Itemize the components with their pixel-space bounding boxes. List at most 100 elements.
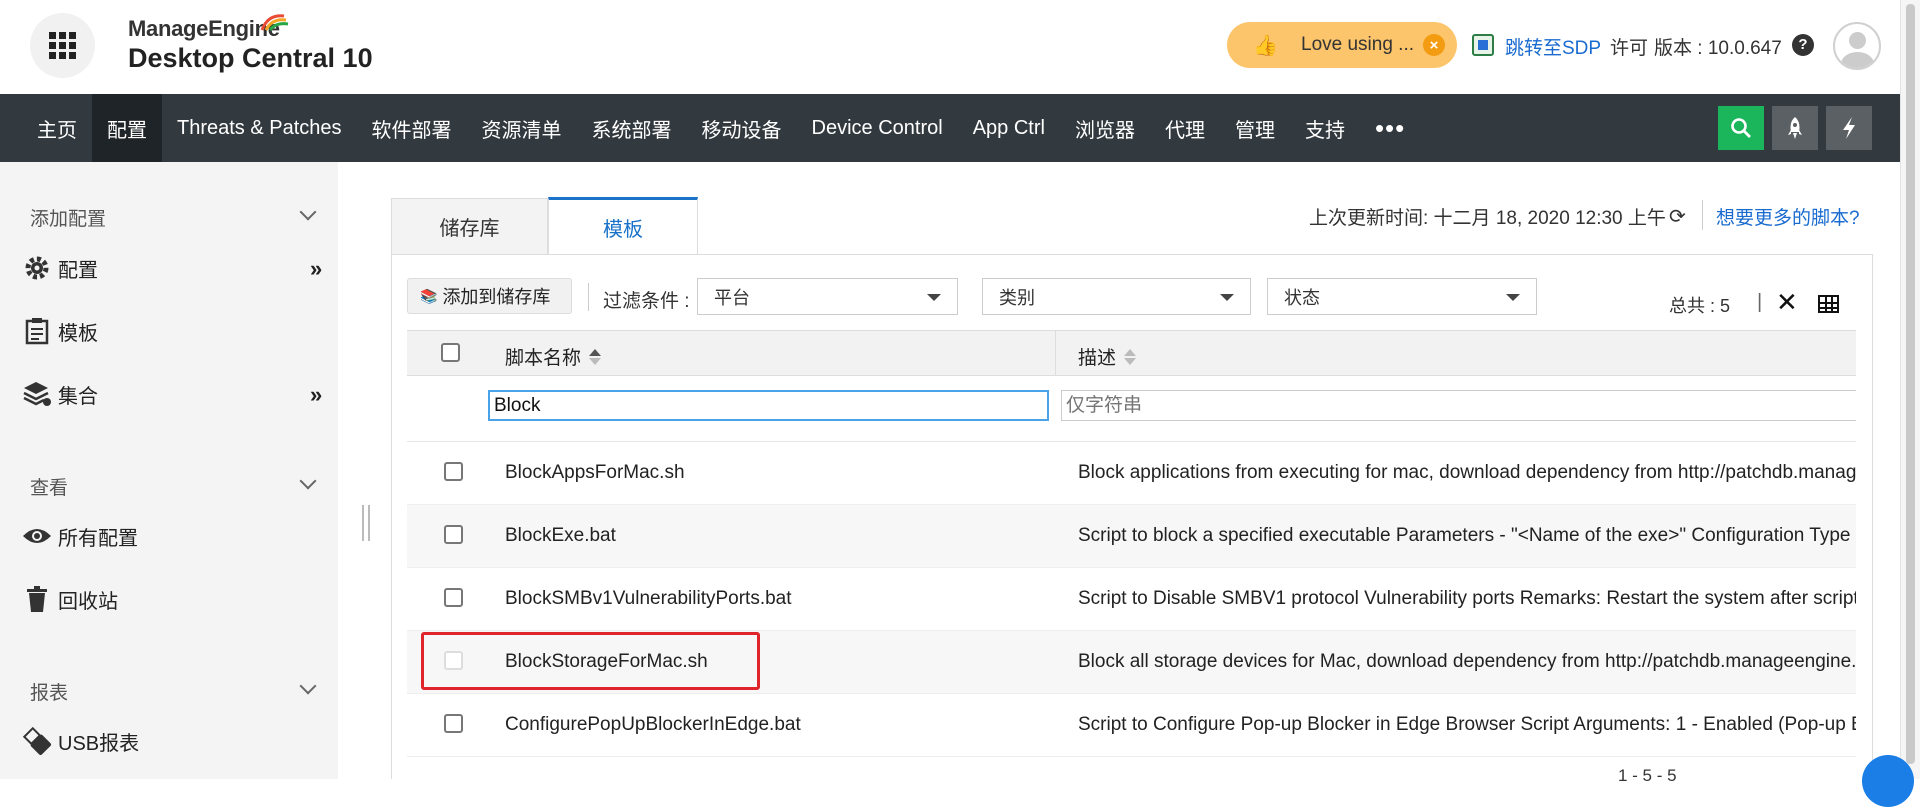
pagination-info: 1 - 5 - 5	[1618, 766, 1677, 785]
chevron-down-icon[interactable]	[299, 677, 317, 695]
row-checkbox[interactable]	[444, 714, 463, 733]
trash-icon	[22, 584, 52, 614]
category-dropdown[interactable]: 类别	[982, 278, 1251, 315]
brand-company: ManageEngine	[128, 16, 280, 41]
row-checkbox[interactable]	[444, 462, 463, 481]
sdp-link[interactable]: 跳转至SDP	[1505, 33, 1601, 60]
scripts-table: 脚本名称 描述 BlockAppsForMac.sh Block applicat…	[407, 330, 1856, 779]
quick-actions-button[interactable]	[1826, 106, 1872, 150]
help-icon[interactable]: ?	[1792, 34, 1814, 56]
page-scrollbar[interactable]	[1900, 0, 1920, 779]
table-row[interactable]: BlockSMBv1VulnerabilityPorts.bat Script t…	[407, 568, 1856, 631]
description-filter-input[interactable]	[1061, 390, 1856, 421]
column-description[interactable]: 描述	[1078, 343, 1137, 370]
sidebar-section-reports[interactable]: 报表	[30, 678, 68, 705]
brand-logo[interactable]: ManageEngine Desktop Central 10	[128, 16, 373, 74]
nav-item[interactable]: 主页	[22, 94, 92, 162]
more-menu-icon[interactable]: •••	[1360, 94, 1420, 162]
nav-item[interactable]: 配置	[92, 94, 162, 162]
app-launcher-button[interactable]	[30, 13, 95, 78]
column-label: 描述	[1078, 348, 1117, 369]
nav-item[interactable]: 系统部署	[577, 94, 687, 162]
sdp-icon[interactable]	[1472, 34, 1494, 56]
sidebar-item-label: 模板	[58, 322, 98, 345]
sidebar-item-recycle-bin[interactable]: 回收站	[22, 584, 118, 614]
user-avatar[interactable]	[1833, 22, 1881, 70]
table-row[interactable]: BlockAppsForMac.sh Block applications fro…	[407, 442, 1856, 505]
collection-icon	[22, 379, 52, 409]
love-using-banner[interactable]: 👍 Love using ... ×	[1227, 22, 1457, 68]
dropdown-value: 状态	[1284, 287, 1320, 308]
row-checkbox[interactable]	[444, 588, 463, 607]
status-dropdown[interactable]: 状态	[1267, 278, 1537, 315]
script-name-filter-input[interactable]	[488, 390, 1049, 421]
tab-templates[interactable]: 模板	[548, 197, 698, 255]
chevron-down-icon[interactable]	[299, 472, 317, 490]
nav-item[interactable]: Device Control	[797, 94, 958, 162]
refresh-icon[interactable]: ⟳	[1669, 204, 1686, 229]
add-to-repository-button[interactable]: 📚 添加到储存库	[407, 278, 572, 314]
nav-item[interactable]: 移动设备	[687, 94, 797, 162]
last-updated-text: 上次更新时间: 十二月 18, 2020 12:30 上午	[1309, 208, 1666, 229]
nav-item[interactable]: App Ctrl	[958, 94, 1060, 162]
app-header: ManageEngine Desktop Central 10 👍 Love u…	[0, 0, 1920, 94]
column-chooser-icon[interactable]	[1818, 295, 1839, 313]
sidebar-section-view[interactable]: 查看	[30, 473, 68, 500]
clear-filter-icon[interactable]: ✕	[1776, 289, 1798, 315]
sidebar-splitter[interactable]	[362, 505, 370, 541]
row-checkbox[interactable]	[444, 525, 463, 544]
quick-launch-button[interactable]	[1772, 106, 1818, 150]
column-divider[interactable]	[1055, 331, 1056, 377]
sidebar: 添加配置 配置 » 模板 集合 » 查看 所有配置 回收站 报表 USB报表	[0, 162, 338, 779]
sidebar-item-label: 回收站	[58, 590, 118, 613]
sidebar-section-add-config[interactable]: 添加配置	[30, 204, 106, 231]
platform-dropdown[interactable]: 平台	[697, 278, 958, 315]
filter-row	[407, 376, 1856, 442]
nav-item[interactable]: 软件部署	[357, 94, 467, 162]
search-button[interactable]	[1718, 106, 1764, 150]
sidebar-item-label: 集合	[58, 385, 98, 408]
add-repository-icon: 📚	[420, 287, 438, 304]
filter-label: 过滤条件 :	[603, 291, 690, 312]
column-script-name[interactable]: 脚本名称	[505, 343, 602, 370]
usb-icon	[22, 726, 52, 756]
expand-arrow-icon[interactable]: »	[310, 382, 322, 408]
sidebar-item-label: 所有配置	[58, 527, 138, 550]
nav-item[interactable]: 支持	[1290, 94, 1360, 162]
description-cell: Block applications from executing for ma…	[1078, 462, 1856, 483]
script-name-cell[interactable]: ConfigurePopUpBlockerInEdge.bat	[505, 714, 801, 736]
total-count: 总共 : 5	[1669, 296, 1731, 316]
tab-repository[interactable]: 储存库	[391, 198, 548, 254]
nav-item[interactable]: 浏览器	[1060, 94, 1150, 162]
dropdown-value: 平台	[714, 287, 750, 308]
sidebar-item-all-configs[interactable]: 所有配置	[22, 521, 138, 551]
chat-button[interactable]	[1862, 755, 1914, 807]
chevron-down-icon[interactable]	[299, 203, 317, 221]
script-name-cell[interactable]: BlockExe.bat	[505, 525, 616, 547]
nav-items: 主页 配置 Threats & Patches 软件部署 资源清单 系统部署 移动设备 Dev…	[22, 94, 1420, 162]
sort-icon	[589, 348, 602, 365]
expand-arrow-icon[interactable]: »	[310, 256, 322, 282]
nav-item[interactable]: 资源清单	[467, 94, 577, 162]
nav-item[interactable]: 代理	[1150, 94, 1220, 162]
select-all-checkbox[interactable]	[441, 343, 460, 362]
highlight-box	[421, 632, 760, 690]
license-link[interactable]: 许可	[1610, 33, 1648, 60]
table-row[interactable]: BlockExe.bat Script to block a specified …	[407, 505, 1856, 568]
close-icon[interactable]: ×	[1423, 34, 1445, 56]
nav-item[interactable]: Threats & Patches	[162, 94, 357, 162]
gear-icon	[22, 253, 52, 283]
sidebar-item-templates[interactable]: 模板	[22, 316, 98, 346]
table-row[interactable]: ConfigurePopUpBlockerInEdge.bat Script to…	[407, 694, 1856, 757]
scrollbar-thumb[interactable]	[1906, 4, 1915, 764]
nav-item[interactable]: 管理	[1220, 94, 1290, 162]
sidebar-item-collections[interactable]: 集合	[22, 379, 98, 409]
thumbs-up-icon: 👍	[1253, 34, 1278, 57]
sidebar-item-usb-report[interactable]: USB报表	[22, 726, 139, 756]
sidebar-item-config[interactable]: 配置	[22, 253, 98, 283]
version-text: 版本 : 10.0.647	[1654, 38, 1782, 59]
more-scripts-link[interactable]: 想要更多的脚本?	[1716, 203, 1860, 230]
script-name-cell[interactable]: BlockAppsForMac.sh	[505, 462, 685, 484]
script-name-cell[interactable]: BlockSMBv1VulnerabilityPorts.bat	[505, 588, 792, 610]
divider	[588, 283, 589, 311]
